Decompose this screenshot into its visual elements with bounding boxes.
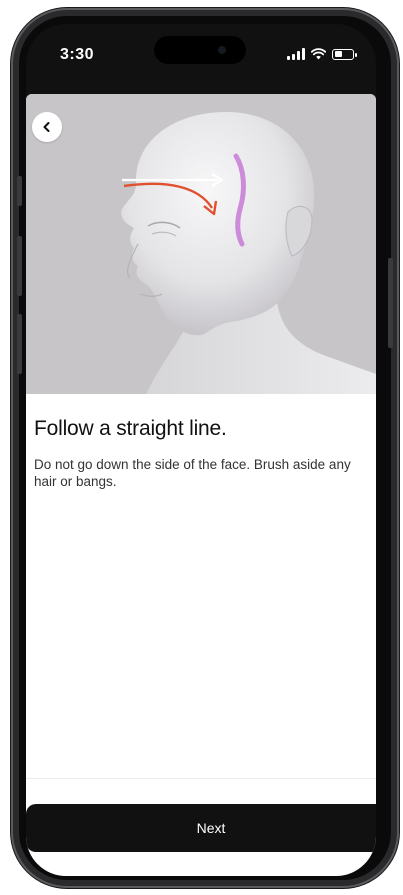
- instruction-text: Do not go down the side of the face. Bru…: [34, 457, 351, 489]
- illustration: [26, 94, 376, 394]
- page-title: Follow a straight line.: [34, 417, 227, 440]
- ear-shape: [285, 205, 313, 257]
- dynamic-island: [154, 36, 246, 64]
- app-content: Follow a straight line. Do not go down t…: [26, 94, 376, 876]
- battery-level: [334, 51, 342, 57]
- camera-icon: [218, 46, 226, 54]
- mute-switch: [17, 176, 22, 206]
- status-icons: [287, 48, 357, 60]
- head-shape: [121, 112, 315, 336]
- status-bar: 3:30: [26, 24, 376, 90]
- head-illustration: [121, 112, 376, 394]
- phone-screen: 3:30 Follow a straight line. Do not go d…: [26, 24, 376, 876]
- footer-divider: [26, 778, 376, 779]
- cellular-signal-icon: [287, 48, 305, 60]
- status-time: 3:30: [60, 46, 95, 63]
- chevron-left-icon: [43, 122, 50, 132]
- volume-down-button: [17, 314, 22, 374]
- page: 3:30 Follow a straight line. Do not go d…: [0, 0, 403, 895]
- next-button[interactable]: Next: [26, 804, 376, 852]
- power-button: [388, 258, 393, 348]
- back-button[interactable]: [32, 112, 62, 142]
- battery-icon: [332, 48, 357, 60]
- wifi-icon: [311, 48, 326, 60]
- volume-up-button: [17, 236, 22, 296]
